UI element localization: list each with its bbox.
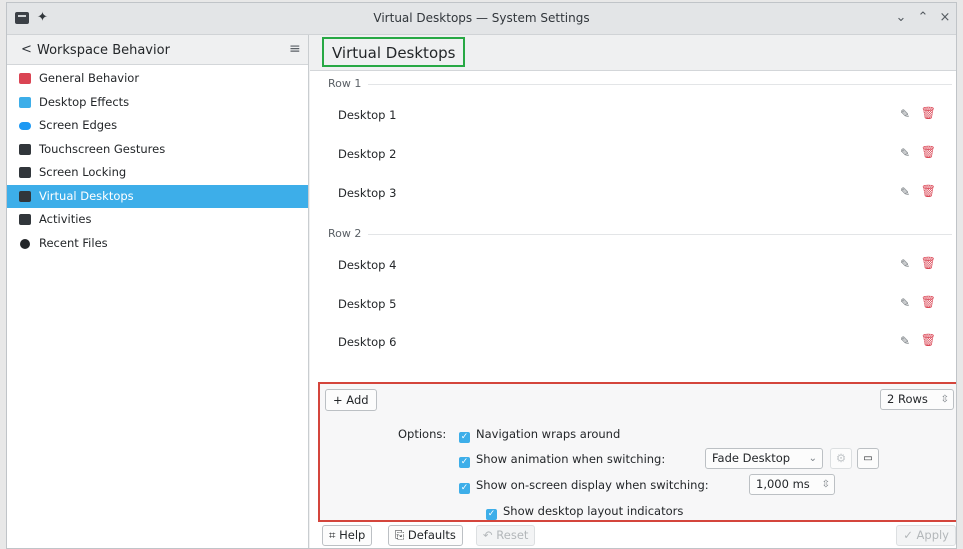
spin-arrows-icon[interactable]: ⇳ xyxy=(822,475,830,494)
show-osd-label: Show on-screen display when switching: xyxy=(476,478,709,492)
sidebar-item-screen-edges[interactable]: Screen Edges xyxy=(7,114,308,138)
sidebar-item-label: Screen Edges xyxy=(39,118,118,132)
sidebar-item-touchscreen-gestures[interactable]: Touchscreen Gestures xyxy=(7,138,308,162)
options-label: Options: xyxy=(398,427,447,441)
animation-select[interactable]: Fade Desktop ⌄ xyxy=(705,448,823,469)
animation-settings-button[interactable]: ⚙ xyxy=(830,448,852,469)
show-animation-label: Show animation when switching: xyxy=(476,452,666,466)
spin-arrows-icon[interactable]: ⇳ xyxy=(941,390,949,409)
edit-icon[interactable]: ✎ xyxy=(900,296,910,310)
navigation-wraps-label: Navigation wraps around xyxy=(476,427,621,441)
delete-icon[interactable]: 🗑 xyxy=(921,184,936,198)
rows-value: 2 Rows xyxy=(887,392,928,406)
desktop-item[interactable]: Desktop 3 ✎ 🗑 xyxy=(320,180,952,208)
recent-files-icon xyxy=(20,238,30,249)
delete-icon[interactable]: 🗑 xyxy=(921,106,936,120)
sidebar-header: < Workspace Behavior ≡ xyxy=(7,35,308,65)
sidebar-item-virtual-desktops[interactable]: Virtual Desktops xyxy=(7,184,308,208)
sidebar-item-label: Activities xyxy=(39,212,92,226)
desktop-item[interactable]: Desktop 5 ✎ 🗑 xyxy=(320,291,952,319)
sidebar-item-desktop-effects[interactable]: Desktop Effects xyxy=(7,91,308,115)
back-icon[interactable]: < xyxy=(21,42,32,57)
desktop-name: Desktop 5 xyxy=(338,297,397,311)
desktop-item[interactable]: Desktop 4 ✎ 🗑 xyxy=(320,252,952,280)
edit-icon[interactable]: ✎ xyxy=(900,146,910,160)
rows-spinbox[interactable]: 2 Rows ⇳ xyxy=(880,389,954,410)
delete-icon[interactable]: 🗑 xyxy=(921,333,936,347)
activities-icon xyxy=(19,214,31,225)
sidebar: < Workspace Behavior ≡ General Behavior … xyxy=(7,35,309,548)
delete-icon[interactable]: 🗑 xyxy=(921,256,936,270)
maximize-icon[interactable]: ⌃ xyxy=(915,10,931,25)
sidebar-item-label: Desktop Effects xyxy=(39,94,130,109)
osd-duration-value: 1,000 ms xyxy=(756,477,810,491)
sidebar-item-label: General Behavior xyxy=(39,71,140,85)
checkbox-checked-icon: ✓ xyxy=(459,483,470,494)
delete-icon[interactable]: 🗑 xyxy=(921,145,936,159)
defaults-button[interactable]: ⎘ Defaults xyxy=(388,525,463,546)
desktop-name: Desktop 1 xyxy=(338,108,397,122)
show-layout-indicators-checkbox[interactable]: ✓ Show desktop layout indicators xyxy=(486,504,683,520)
row-1-divider xyxy=(368,84,952,85)
desktop-name: Desktop 3 xyxy=(338,186,397,200)
hamburger-menu-icon[interactable]: ≡ xyxy=(289,41,301,57)
edit-icon[interactable]: ✎ xyxy=(900,185,910,199)
row-2-label: Row 2 xyxy=(328,227,362,240)
general-behavior-icon xyxy=(19,73,31,84)
sidebar-title[interactable]: Workspace Behavior xyxy=(37,43,170,58)
main-header: Virtual Desktops xyxy=(310,35,956,71)
checkbox-checked-icon: ✓ xyxy=(459,457,470,468)
sidebar-item-activities[interactable]: Activities xyxy=(7,208,308,232)
footer-bar: ⌗ Help ⎘ Defaults ↶ Reset ✓ Apply xyxy=(318,523,956,548)
sidebar-item-screen-locking[interactable]: Screen Locking xyxy=(7,161,308,185)
sidebar-item-label: Recent Files xyxy=(39,235,108,250)
options-panel: + Add 2 Rows ⇳ Options: ✓ Navigation wrap… xyxy=(318,382,956,522)
animation-value: Fade Desktop xyxy=(712,451,791,465)
show-animation-checkbox[interactable]: ✓ Show animation when switching: xyxy=(459,452,665,468)
sidebar-item-label: Touchscreen Gestures xyxy=(39,141,166,156)
system-settings-window: ✦ Virtual Desktops — System Settings ⌄ ⌃… xyxy=(6,2,957,549)
checkbox-checked-icon: ✓ xyxy=(459,432,470,443)
page-title: Virtual Desktops xyxy=(322,37,466,67)
desktop-item[interactable]: Desktop 1 ✎ 🗑 xyxy=(320,102,952,130)
close-icon[interactable]: × xyxy=(937,10,953,25)
window-title: Virtual Desktops — System Settings xyxy=(373,11,590,25)
show-layout-indicators-label: Show desktop layout indicators xyxy=(503,504,684,518)
edit-icon[interactable]: ✎ xyxy=(900,107,910,121)
animation-info-button[interactable]: ▭ xyxy=(857,448,879,469)
edit-icon[interactable]: ✎ xyxy=(900,334,910,348)
minimize-icon[interactable]: ⌄ xyxy=(893,10,909,25)
delete-icon[interactable]: 🗑 xyxy=(921,295,936,309)
desktop-name: Desktop 6 xyxy=(338,335,397,349)
help-button[interactable]: ⌗ Help xyxy=(322,525,373,546)
row-1-label: Row 1 xyxy=(328,77,362,90)
title-bar: ✦ Virtual Desktops — System Settings ⌄ ⌃… xyxy=(7,3,956,35)
show-osd-checkbox[interactable]: ✓ Show on-screen display when switching: xyxy=(459,478,709,494)
osd-duration-spinbox[interactable]: 1,000 ms ⇳ xyxy=(749,474,835,495)
navigation-wraps-checkbox[interactable]: ✓ Navigation wraps around xyxy=(459,427,620,443)
row-2-divider xyxy=(368,234,952,235)
touchscreen-gestures-icon xyxy=(19,143,31,155)
desktop-item[interactable]: Desktop 6 ✎ 🗑 xyxy=(320,329,952,357)
add-button[interactable]: + Add xyxy=(325,389,377,411)
checkbox-checked-icon: ✓ xyxy=(486,509,497,520)
sidebar-item-label: Virtual Desktops xyxy=(39,188,134,203)
sidebar-item-label: Screen Locking xyxy=(39,165,127,179)
desktop-name: Desktop 4 xyxy=(338,258,397,272)
reset-button[interactable]: ↶ Reset xyxy=(476,525,536,546)
desktop-effects-icon xyxy=(19,96,31,108)
screen-locking-icon xyxy=(19,167,31,178)
desktop-item[interactable]: Desktop 2 ✎ 🗑 xyxy=(320,141,952,169)
sidebar-item-general-behavior[interactable]: General Behavior xyxy=(7,67,308,91)
sidebar-list: General Behavior Desktop Effects Screen … xyxy=(7,67,308,255)
screen-edges-icon xyxy=(19,122,31,130)
apply-button[interactable]: ✓ Apply xyxy=(896,525,956,546)
chevron-down-icon: ⌄ xyxy=(808,453,817,464)
virtual-desktops-icon xyxy=(19,190,31,202)
edit-icon[interactable]: ✎ xyxy=(900,257,910,271)
desktop-name: Desktop 2 xyxy=(338,147,397,161)
sidebar-item-recent-files[interactable]: Recent Files xyxy=(7,232,308,256)
